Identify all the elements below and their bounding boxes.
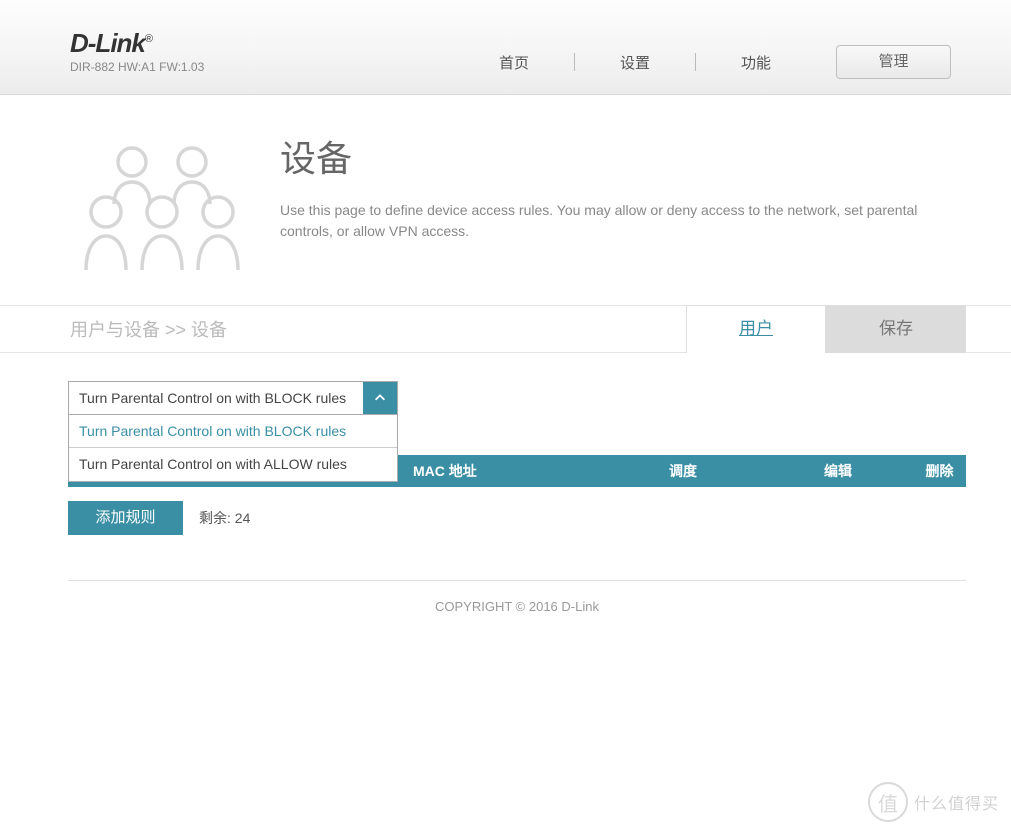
watermark-text: 什么值得买	[914, 790, 999, 814]
dropdown-option[interactable]: Turn Parental Control on with ALLOW rule…	[69, 448, 397, 481]
footer-copyright: COPYRIGHT © 2016 D-Link	[68, 580, 966, 614]
save-button[interactable]: 保存	[826, 305, 966, 353]
col-schedule: 调度	[603, 461, 763, 481]
actions-row: 添加规则 剩余: 24	[68, 501, 966, 535]
add-rule-button[interactable]: 添加规则	[68, 501, 183, 535]
watermark-icon: 值	[868, 782, 908, 822]
top-nav: D-Link DIR-882 HW:A1 FW:1.03 首页 设置 功能 管理	[0, 0, 1011, 95]
breadcrumb: 用户与设备 >> 设备	[70, 316, 686, 342]
hero-section: 设备 Use this page to define device access…	[0, 95, 1011, 305]
col-edit: 编辑	[763, 461, 913, 481]
watermark: 值 什么值得买	[868, 782, 999, 822]
col-mac: MAC 地址	[413, 461, 603, 481]
remaining-count: 剩余: 24	[199, 508, 250, 528]
tab-user[interactable]: 用户	[686, 305, 826, 353]
dropdown-list: Turn Parental Control on with BLOCK rule…	[68, 414, 398, 482]
breadcrumb-row: 用户与设备 >> 设备 用户 保存	[0, 305, 1011, 353]
nav-settings[interactable]: 设置	[575, 52, 695, 73]
dropdown-option[interactable]: Turn Parental Control on with BLOCK rule…	[69, 415, 397, 448]
dropdown-selected-label: Turn Parental Control on with BLOCK rule…	[69, 382, 363, 414]
brand-logo: D-Link	[70, 30, 204, 56]
hero-text: 设备 Use this page to define device access…	[260, 120, 920, 280]
dropdown-selected[interactable]: Turn Parental Control on with BLOCK rule…	[68, 381, 398, 415]
chevron-up-icon[interactable]	[363, 382, 397, 414]
page-description: Use this page to define device access ru…	[280, 200, 920, 242]
brand-model: DIR-882 HW:A1 FW:1.03	[70, 60, 204, 74]
nav-menu: 首页 设置 功能 管理	[454, 45, 951, 79]
parental-control-dropdown[interactable]: Turn Parental Control on with BLOCK rule…	[68, 381, 398, 415]
users-illustration-icon	[70, 120, 260, 280]
brand-block: D-Link DIR-882 HW:A1 FW:1.03	[70, 30, 204, 74]
nav-manage-button[interactable]: 管理	[836, 45, 951, 79]
nav-features[interactable]: 功能	[696, 52, 816, 73]
page-title: 设备	[280, 130, 920, 182]
content-area: Turn Parental Control on with BLOCK rule…	[0, 353, 1011, 535]
nav-home[interactable]: 首页	[454, 52, 574, 73]
col-delete: 删除	[913, 461, 966, 481]
